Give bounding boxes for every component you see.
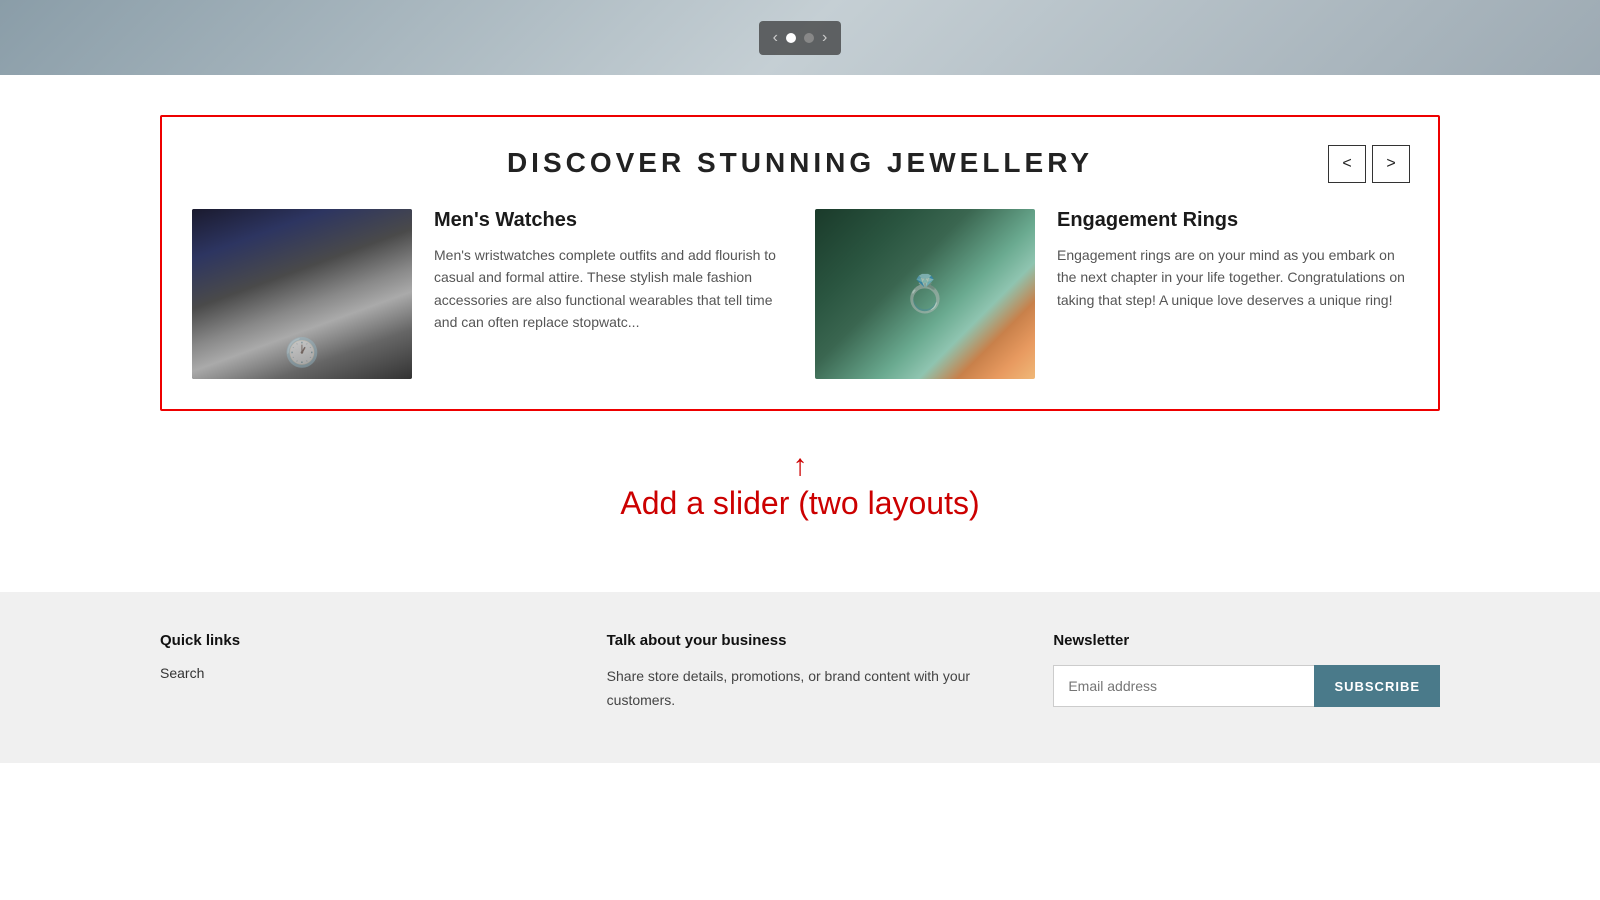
product-info-watches: Men's Watches Men's wristwatches complet…: [434, 209, 785, 334]
product-name-watches: Men's Watches: [434, 209, 785, 232]
product-info-rings: Engagement Rings Engagement rings are on…: [1057, 209, 1408, 311]
footer-columns: Quick links Search Talk about your busin…: [160, 632, 1440, 713]
slider-dot-1[interactable]: [786, 33, 796, 43]
annotation-text: Add a slider (two layouts): [620, 485, 979, 522]
product-image-rings: [815, 209, 1035, 379]
main-content: DISCOVER STUNNING JEWELLERY < > Men's Wa…: [0, 75, 1600, 592]
product-item-watches: Men's Watches Men's wristwatches complet…: [192, 209, 785, 379]
slider-controls: ‹ ›: [759, 21, 842, 55]
footer-link-search[interactable]: Search: [160, 665, 204, 681]
annotation-area: ↑ Add a slider (two layouts): [160, 441, 1440, 552]
product-desc-watches: Men's wristwatches complete outfits and …: [434, 244, 785, 334]
product-item-rings: Engagement Rings Engagement rings are on…: [815, 209, 1408, 379]
newsletter-email-input[interactable]: [1053, 665, 1314, 707]
footer: Quick links Search Talk about your busin…: [0, 592, 1600, 763]
jewellery-title: DISCOVER STUNNING JEWELLERY: [192, 147, 1408, 179]
jewellery-next-btn[interactable]: >: [1372, 145, 1410, 183]
footer-about-title: Talk about your business: [607, 632, 994, 649]
jewellery-nav: < >: [1328, 145, 1410, 183]
newsletter-form: SUBSCRIBE: [1053, 665, 1440, 707]
footer-about-body: Share store details, promotions, or bran…: [607, 665, 994, 713]
product-image-watches: [192, 209, 412, 379]
hero-banner: ‹ ›: [0, 0, 1600, 75]
footer-quick-links-title: Quick links: [160, 632, 547, 649]
products-row: Men's Watches Men's wristwatches complet…: [192, 209, 1408, 379]
jewellery-section: DISCOVER STUNNING JEWELLERY < > Men's Wa…: [160, 115, 1440, 411]
footer-newsletter-title: Newsletter: [1053, 632, 1440, 649]
footer-newsletter: Newsletter SUBSCRIBE: [1053, 632, 1440, 713]
annotation-arrow-icon: ↑: [793, 451, 808, 481]
footer-quick-links: Quick links Search: [160, 632, 547, 713]
footer-about: Talk about your business Share store det…: [607, 632, 994, 713]
product-desc-rings: Engagement rings are on your mind as you…: [1057, 244, 1408, 311]
slider-prev-btn[interactable]: ‹: [773, 29, 778, 47]
slider-dot-2[interactable]: [804, 33, 814, 43]
slider-next-btn[interactable]: ›: [822, 29, 827, 47]
product-name-rings: Engagement Rings: [1057, 209, 1408, 232]
subscribe-button[interactable]: SUBSCRIBE: [1314, 665, 1440, 707]
jewellery-prev-btn[interactable]: <: [1328, 145, 1366, 183]
